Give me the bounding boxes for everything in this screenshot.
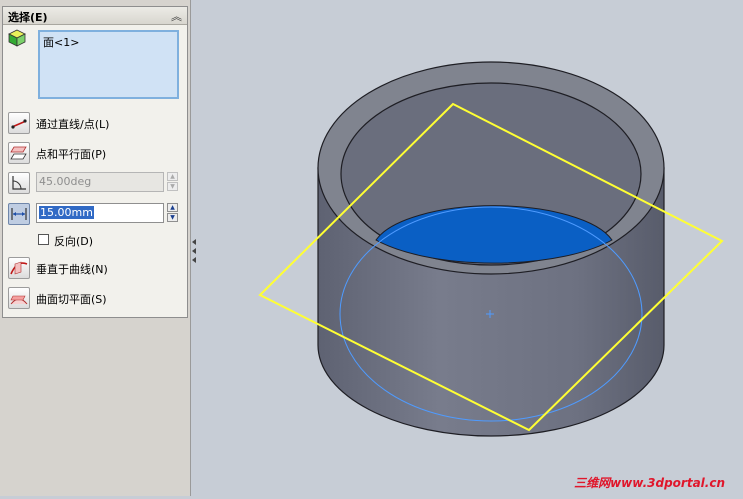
offset-distance-button[interactable] [8, 203, 30, 225]
on-surface-button[interactable] [8, 287, 30, 309]
through-line-point-label: 通过直线/点(L) [36, 118, 110, 131]
angle-up-arrow-icon[interactable]: ▲ [167, 172, 178, 181]
cylinder-body[interactable] [317, 61, 665, 437]
reverse-checkbox[interactable] [38, 234, 49, 245]
watermark: 三维网www.3dportal.cn [574, 476, 725, 490]
graphics-viewport[interactable] [191, 0, 743, 496]
angle-down-arrow-icon[interactable]: ▼ [167, 182, 178, 191]
selection-group-header[interactable]: 选择(E) ︽ [3, 7, 187, 25]
cube-icon [8, 29, 26, 50]
reverse-label: 反向(D) [54, 235, 94, 248]
selection-group-title: 选择(E) [8, 11, 48, 24]
distance-spinner[interactable]: ▲ ▼ [167, 203, 178, 223]
point-parallel-plane-label: 点和平行面(P) [36, 148, 107, 161]
model-view [258, 61, 724, 437]
angle-spinner[interactable]: ▲ ▼ [167, 172, 178, 192]
collapse-icon[interactable]: ︽ [171, 8, 182, 24]
distance-value: 15.00mm [39, 206, 94, 219]
normal-to-curve-button[interactable] [8, 257, 30, 279]
selection-listbox[interactable]: 面<1> [38, 30, 179, 99]
on-surface-label: 曲面切平面(S) [36, 293, 107, 306]
line-point-icon [9, 119, 29, 136]
through-line-point-button[interactable] [8, 112, 30, 134]
property-manager-panel: 选择(E) ︽ 面<1> 通过直线/点(L) 点和平行面(P) 45.00deg… [0, 0, 191, 496]
selection-group: 选择(E) ︽ 面<1> 通过直线/点(L) 点和平行面(P) 45.00deg… [2, 6, 188, 318]
angle-icon [9, 176, 29, 196]
parallel-plane-icon [9, 146, 29, 166]
normal-curve-icon [9, 261, 29, 281]
distance-down-arrow-icon[interactable]: ▼ [167, 213, 178, 222]
at-angle-button[interactable] [8, 172, 30, 194]
selection-item-face[interactable]: 面<1> [43, 34, 79, 50]
angle-field[interactable]: 45.00deg [36, 172, 164, 192]
distance-up-arrow-icon[interactable]: ▲ [167, 203, 178, 212]
tangent-surface-icon [9, 295, 29, 311]
distance-icon [9, 208, 29, 227]
normal-to-curve-label: 垂直于曲线(N) [36, 263, 108, 276]
point-parallel-plane-button[interactable] [8, 142, 30, 164]
distance-field[interactable]: 15.00mm [36, 203, 164, 223]
